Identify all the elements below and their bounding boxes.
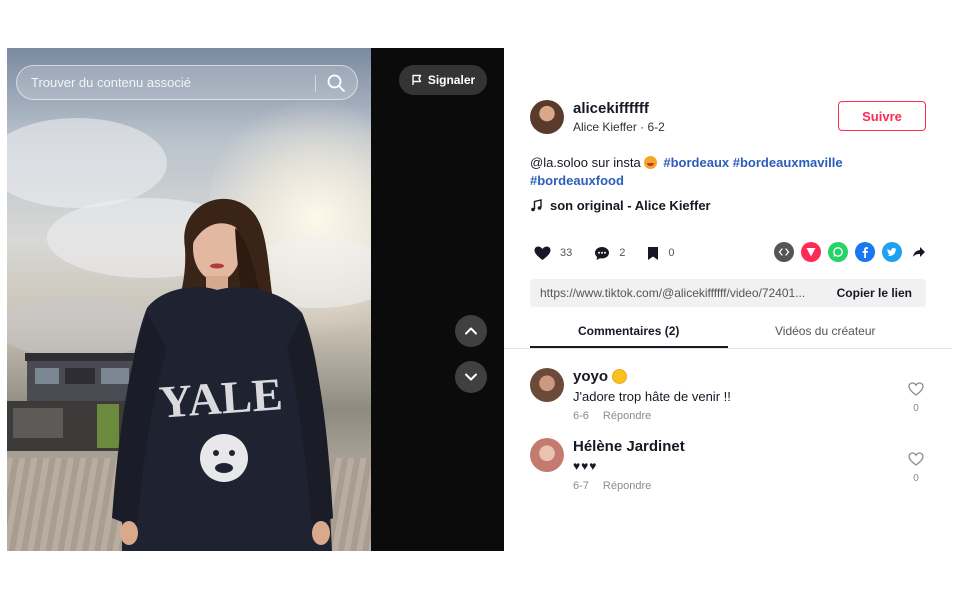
- video-caption: @la.soloo sur insta #bordeaux #bordeauxm…: [530, 154, 930, 190]
- tab-creator-videos[interactable]: Vidéos du créateur: [775, 324, 876, 338]
- comment-count: 2: [619, 247, 626, 259]
- report-button[interactable]: Signaler: [399, 65, 487, 95]
- sun-emoji-icon: [613, 370, 627, 383]
- video-player[interactable]: YALE Trouver du contenu associé Signaler: [7, 48, 504, 551]
- next-video-button[interactable]: [455, 361, 487, 393]
- woman-in-sweater: YALE: [112, 198, 333, 551]
- music-note-icon: [531, 199, 542, 212]
- embed-icon[interactable]: [774, 242, 794, 262]
- author-username[interactable]: alicekiffffff: [573, 100, 649, 117]
- comment-like-button[interactable]: 0: [906, 452, 926, 484]
- music-link[interactable]: son original - Alice Kieffer: [530, 198, 711, 213]
- active-tab-indicator: [530, 346, 728, 348]
- video-url[interactable]: https://www.tiktok.com/@alicekiffffff/vi…: [540, 286, 825, 300]
- facebook-icon[interactable]: [855, 242, 875, 262]
- video-details-panel: alicekiffffff Alice Kieffer · 6-2 Suivre…: [504, 48, 952, 551]
- comment-meta: 6-7 Répondre: [573, 480, 651, 492]
- chevron-down-icon: [465, 373, 477, 381]
- svg-text:YALE: YALE: [157, 368, 284, 427]
- comment-icon: [595, 246, 610, 260]
- search-bar: [16, 65, 358, 100]
- commenter-name[interactable]: yoyo: [573, 368, 627, 385]
- commenter-avatar[interactable]: [530, 438, 564, 472]
- forward-icon[interactable]: [909, 242, 929, 262]
- caption-mention[interactable]: @la.soloo sur insta: [530, 155, 641, 170]
- reply-button[interactable]: Répondre: [603, 410, 651, 422]
- hashtag-link[interactable]: #bordeauxmaville: [733, 155, 843, 170]
- flag-icon: [412, 74, 422, 85]
- music-label: son original - Alice Kieffer: [550, 198, 711, 213]
- save-count: 0: [668, 247, 675, 259]
- follow-button[interactable]: Suivre: [838, 101, 926, 131]
- comment-date: 6-7: [573, 480, 589, 492]
- whatsapp-icon[interactable]: [828, 242, 848, 262]
- comment-date: 6-6: [573, 410, 589, 422]
- commenter-name[interactable]: Hélène Jardinet: [573, 438, 685, 455]
- comment-like-count: 0: [913, 403, 919, 414]
- search-divider: [315, 75, 316, 92]
- like-count: 33: [560, 247, 573, 259]
- save-button[interactable]: 0: [647, 246, 675, 261]
- author-display-name-date: Alice Kieffer · 6-2: [573, 120, 665, 134]
- comment-button[interactable]: 2: [594, 246, 625, 261]
- search-input[interactable]: [31, 66, 311, 99]
- heart-outline-icon: [908, 382, 924, 396]
- heart-icon: [534, 246, 551, 260]
- hashtag-link[interactable]: #bordeaux: [663, 155, 729, 170]
- hashtag-link[interactable]: #bordeauxfood: [530, 173, 624, 188]
- tab-comments[interactable]: Commentaires (2): [578, 324, 679, 338]
- commenter-name-text: yoyo: [573, 368, 609, 385]
- chevron-up-icon: [465, 327, 477, 335]
- bookmark-icon: [648, 246, 659, 260]
- screenshot-frame: YALE Trouver du contenu associé Signaler…: [0, 0, 960, 600]
- commenter-name-text: Hélène Jardinet: [573, 438, 685, 455]
- search-icon: [327, 74, 345, 92]
- heart-outline-icon: [908, 452, 924, 466]
- comment-text: J'adore trop hâte de venir !!: [573, 389, 731, 404]
- details-tabs: Commentaires (2) Vidéos du créateur: [504, 318, 952, 349]
- video-frame: YALE: [7, 48, 371, 551]
- author-avatar[interactable]: [530, 100, 564, 134]
- twitter-icon[interactable]: [882, 242, 902, 262]
- video-link-box: https://www.tiktok.com/@alicekiffffff/vi…: [530, 279, 926, 307]
- comment-like-count: 0: [913, 473, 919, 484]
- search-button[interactable]: [325, 72, 347, 94]
- like-button[interactable]: 33: [534, 246, 572, 261]
- comment-meta: 6-6 Répondre: [573, 410, 651, 422]
- reply-button[interactable]: Répondre: [603, 480, 651, 492]
- engagement-bar: 33 2 0: [534, 242, 697, 264]
- comment-text: ♥♥♥: [573, 459, 598, 473]
- previous-video-button[interactable]: [455, 315, 487, 347]
- comment-like-button[interactable]: 0: [906, 382, 926, 414]
- laughing-emoji-icon: [643, 156, 657, 169]
- send-icon[interactable]: [801, 242, 821, 262]
- share-icons: [774, 242, 929, 262]
- commenter-avatar[interactable]: [530, 368, 564, 402]
- report-label: Signaler: [427, 73, 476, 87]
- copy-link-button[interactable]: Copier le lien: [837, 286, 912, 300]
